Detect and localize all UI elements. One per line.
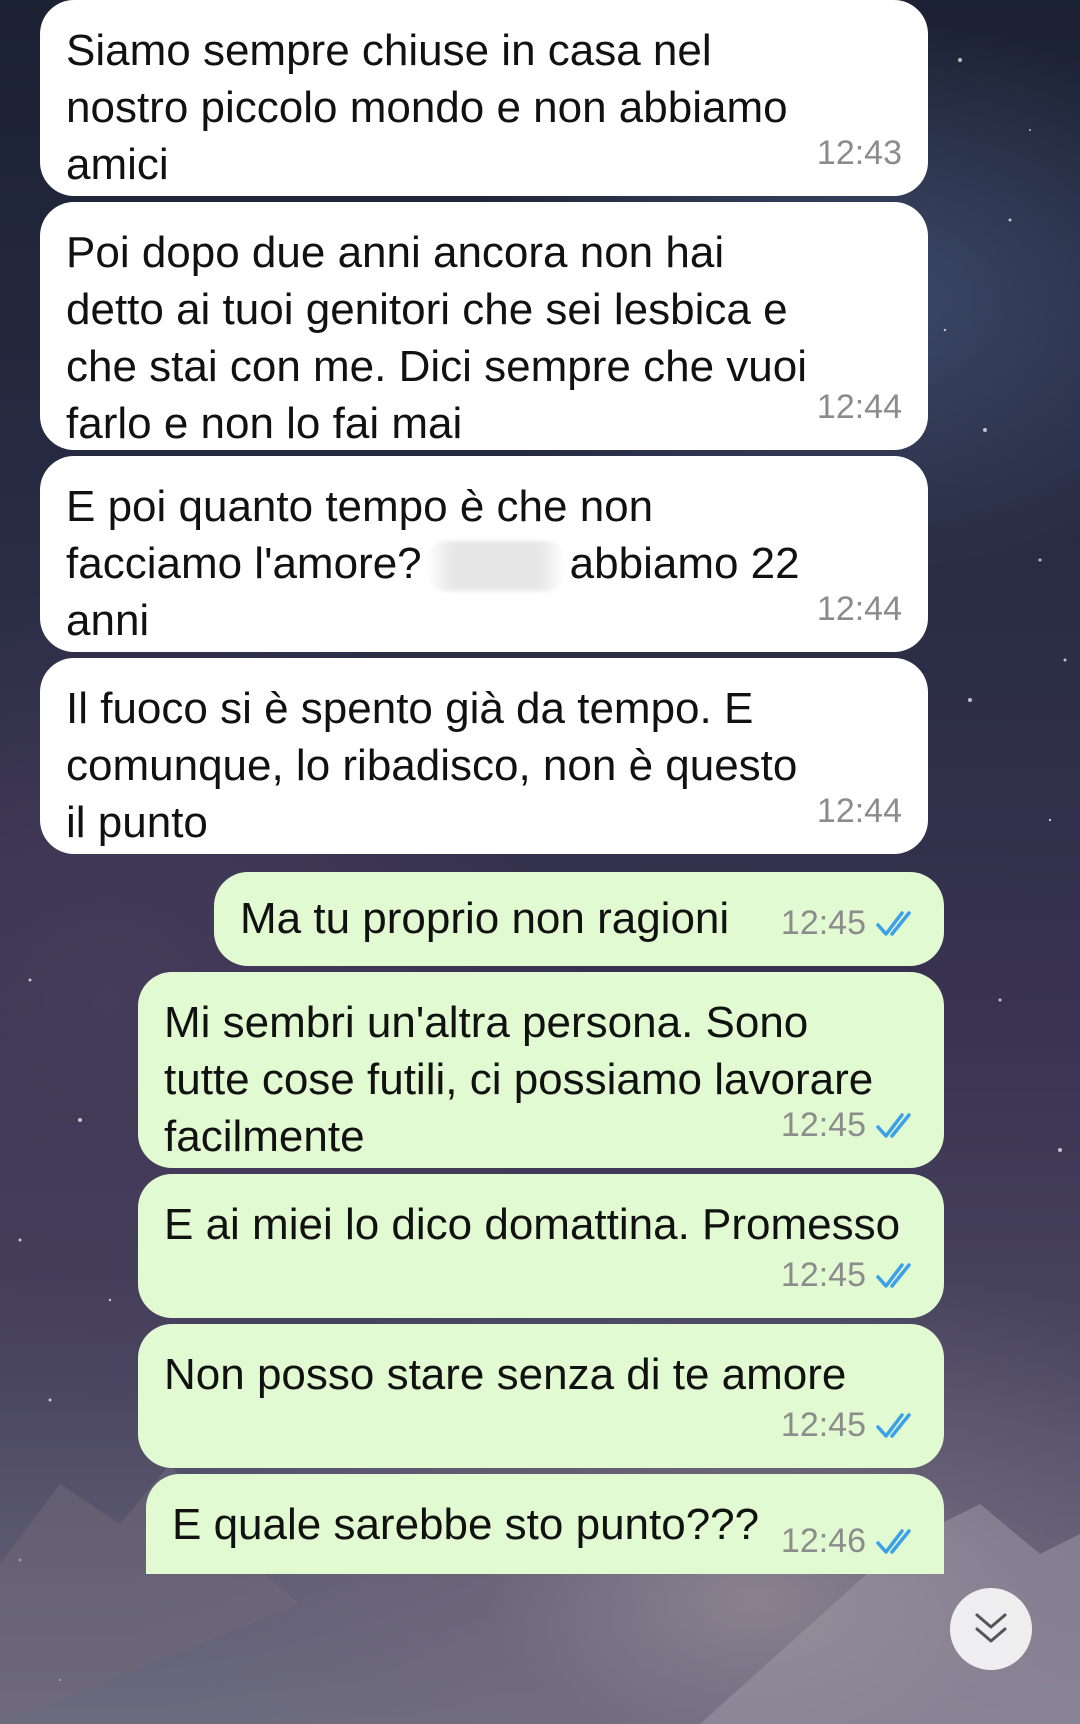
message-bubble-outgoing[interactable]: Non posso stare senza di te amore 12:45 <box>138 1324 944 1468</box>
message-meta: 12:44 <box>817 783 902 840</box>
message-text: E ai miei lo dico domattina. Promesso <box>164 1200 901 1249</box>
message-time: 12:45 <box>780 904 866 942</box>
message-time: 12:44 <box>816 792 902 830</box>
message-text: Siamo sempre chiuse in casa nel nostro p… <box>66 26 788 189</box>
chevrons-down-icon <box>975 1613 1007 1643</box>
message-text: Il fuoco si è spento già da tempo. E com… <box>66 684 798 847</box>
message-bubble-incoming[interactable]: Il fuoco si è spento già da tempo. E com… <box>40 658 928 854</box>
double-check-icon <box>876 910 911 936</box>
message-time: 12:43 <box>816 134 902 172</box>
message-meta: 12:45 <box>781 1397 918 1454</box>
double-check-icon <box>876 1528 911 1554</box>
double-check-icon <box>876 1412 911 1438</box>
double-check-icon <box>876 1262 911 1288</box>
message-meta: 12:44 <box>817 581 902 638</box>
message-time: 12:45 <box>780 1256 866 1294</box>
message-time: 12:45 <box>780 1406 866 1444</box>
message-meta: 12:46 <box>781 1513 918 1570</box>
message-meta: 12:43 <box>817 125 902 182</box>
message-bubble-incoming[interactable]: E poi quanto tempo è che non facciamo l'… <box>40 456 928 652</box>
message-meta: 12:44 <box>817 379 902 436</box>
double-check-icon <box>876 1112 911 1138</box>
message-meta: 12:45 <box>781 1097 918 1154</box>
message-bubble-outgoing[interactable]: E ai miei lo dico domattina. Promesso 12… <box>138 1174 944 1318</box>
scroll-to-bottom-button[interactable] <box>950 1588 1032 1670</box>
message-bubble-outgoing[interactable]: Ma tu proprio non ragioni 12:45 <box>214 872 944 966</box>
message-time: 12:44 <box>816 388 902 426</box>
message-time: 12:45 <box>780 1106 866 1144</box>
message-bubble-incoming[interactable]: Poi dopo due anni ancora non hai detto a… <box>40 202 928 450</box>
message-meta: 12:45 <box>781 1247 918 1304</box>
message-text: Non posso stare senza di te amore <box>164 1350 847 1399</box>
message-bubble-outgoing[interactable]: E quale sarebbe sto punto??? 12:46 <box>146 1474 944 1574</box>
message-time: 12:46 <box>780 1522 866 1560</box>
chat-thread: Siamo sempre chiuse in casa nel nostro p… <box>0 0 1080 1724</box>
message-text: E poi quanto tempo è che non facciamo l'… <box>66 478 902 649</box>
message-bubble-incoming[interactable]: Siamo sempre chiuse in casa nel nostro p… <box>40 0 928 196</box>
redaction-blur <box>425 541 566 592</box>
message-time: 12:44 <box>816 590 902 628</box>
message-text: Poi dopo due anni ancora non hai detto a… <box>66 228 807 448</box>
message-meta: 12:45 <box>781 895 918 952</box>
message-bubble-outgoing[interactable]: Mi sembri un'altra persona. Sono tutte c… <box>138 972 944 1168</box>
